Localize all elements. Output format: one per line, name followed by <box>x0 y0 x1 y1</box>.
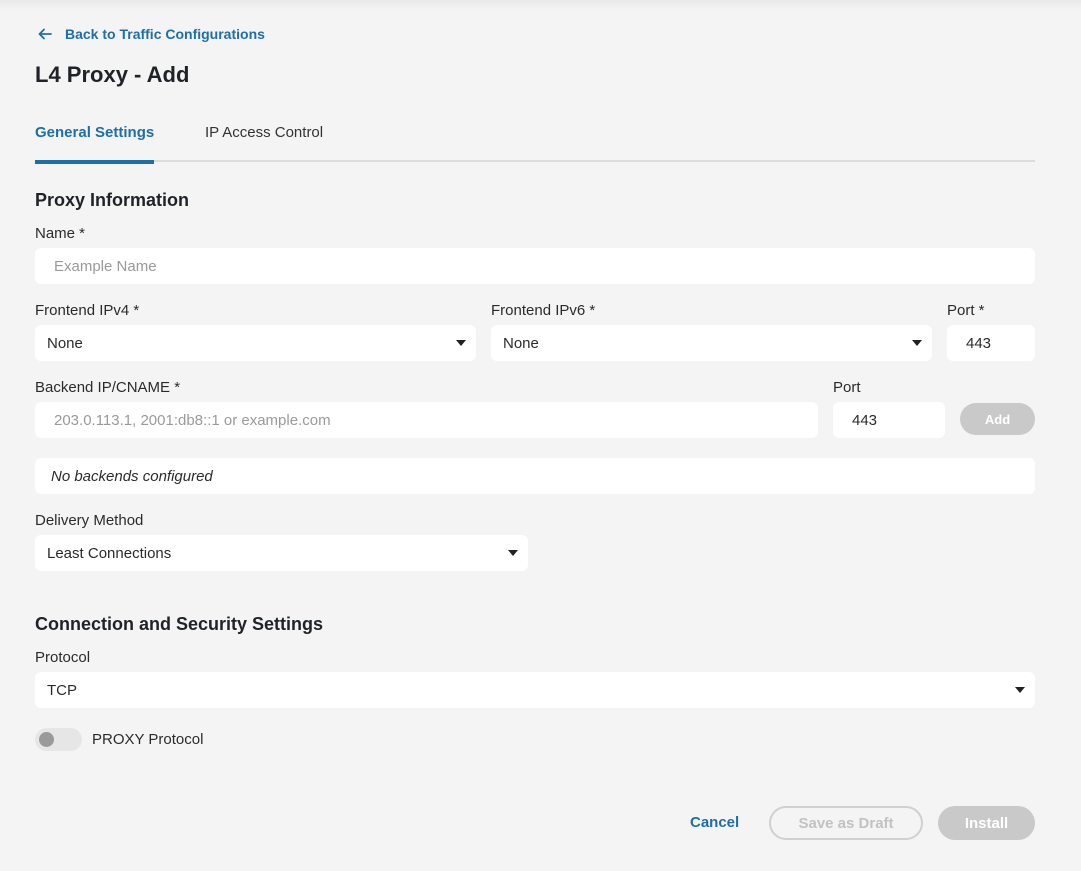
tab-ip-access-control[interactable]: IP Access Control <box>205 124 323 162</box>
backends-empty-state: No backends configured <box>35 458 1035 494</box>
backend-input[interactable]: 203.0.113.1, 2001:db8::1 or example.com <box>35 402 818 438</box>
back-to-traffic-configurations-link[interactable]: Back to Traffic Configurations <box>37 26 265 42</box>
frontend-ipv6-select[interactable]: None <box>491 325 932 361</box>
delivery-method-label: Delivery Method <box>35 512 144 529</box>
caret-down-icon <box>912 340 922 346</box>
protocol-value: TCP <box>47 681 77 699</box>
frontend-ipv4-label: Frontend IPv4 * <box>35 302 140 319</box>
cancel-button[interactable]: Cancel <box>690 814 739 831</box>
frontend-ipv4-value: None <box>47 334 83 352</box>
caret-down-icon <box>1015 687 1025 693</box>
toggle-knob <box>39 732 54 747</box>
save-as-draft-button[interactable]: Save as Draft <box>769 806 923 840</box>
delivery-method-value: Least Connections <box>47 544 172 562</box>
protocol-label: Protocol <box>35 649 91 666</box>
top-shadow <box>0 0 1081 10</box>
caret-down-icon <box>456 340 466 346</box>
frontend-port-input[interactable]: 443 <box>947 325 1035 361</box>
frontend-port-label: Port * <box>947 302 985 319</box>
caret-down-icon <box>508 550 518 556</box>
backend-label: Backend IP/CNAME * <box>35 379 181 396</box>
proxy-protocol-toggle[interactable] <box>35 728 82 751</box>
connection-security-heading: Connection and Security Settings <box>35 614 324 634</box>
backend-port-label: Port <box>833 379 861 396</box>
arrow-left-icon <box>38 28 52 40</box>
delivery-method-select[interactable]: Least Connections <box>35 535 528 571</box>
proxy-information-heading: Proxy Information <box>35 190 190 210</box>
backend-port-input[interactable]: 443 <box>833 402 945 438</box>
protocol-select[interactable]: TCP <box>35 672 1035 708</box>
back-link-label: Back to Traffic Configurations <box>65 26 265 42</box>
frontend-ipv6-label: Frontend IPv6 * <box>491 302 596 319</box>
proxy-protocol-label: PROXY Protocol <box>92 731 204 748</box>
frontend-ipv6-value: None <box>503 334 539 352</box>
tab-general-settings[interactable]: General Settings <box>35 124 155 164</box>
tab-bar: General Settings IP Access Control <box>35 124 1035 164</box>
frontend-ipv4-select[interactable]: None <box>35 325 476 361</box>
page-title: L4 Proxy - Add <box>35 62 190 87</box>
name-input[interactable]: Example Name <box>35 248 1035 284</box>
install-button[interactable]: Install <box>938 806 1035 840</box>
add-backend-button[interactable]: Add <box>960 403 1035 435</box>
name-label: Name * <box>35 225 86 242</box>
